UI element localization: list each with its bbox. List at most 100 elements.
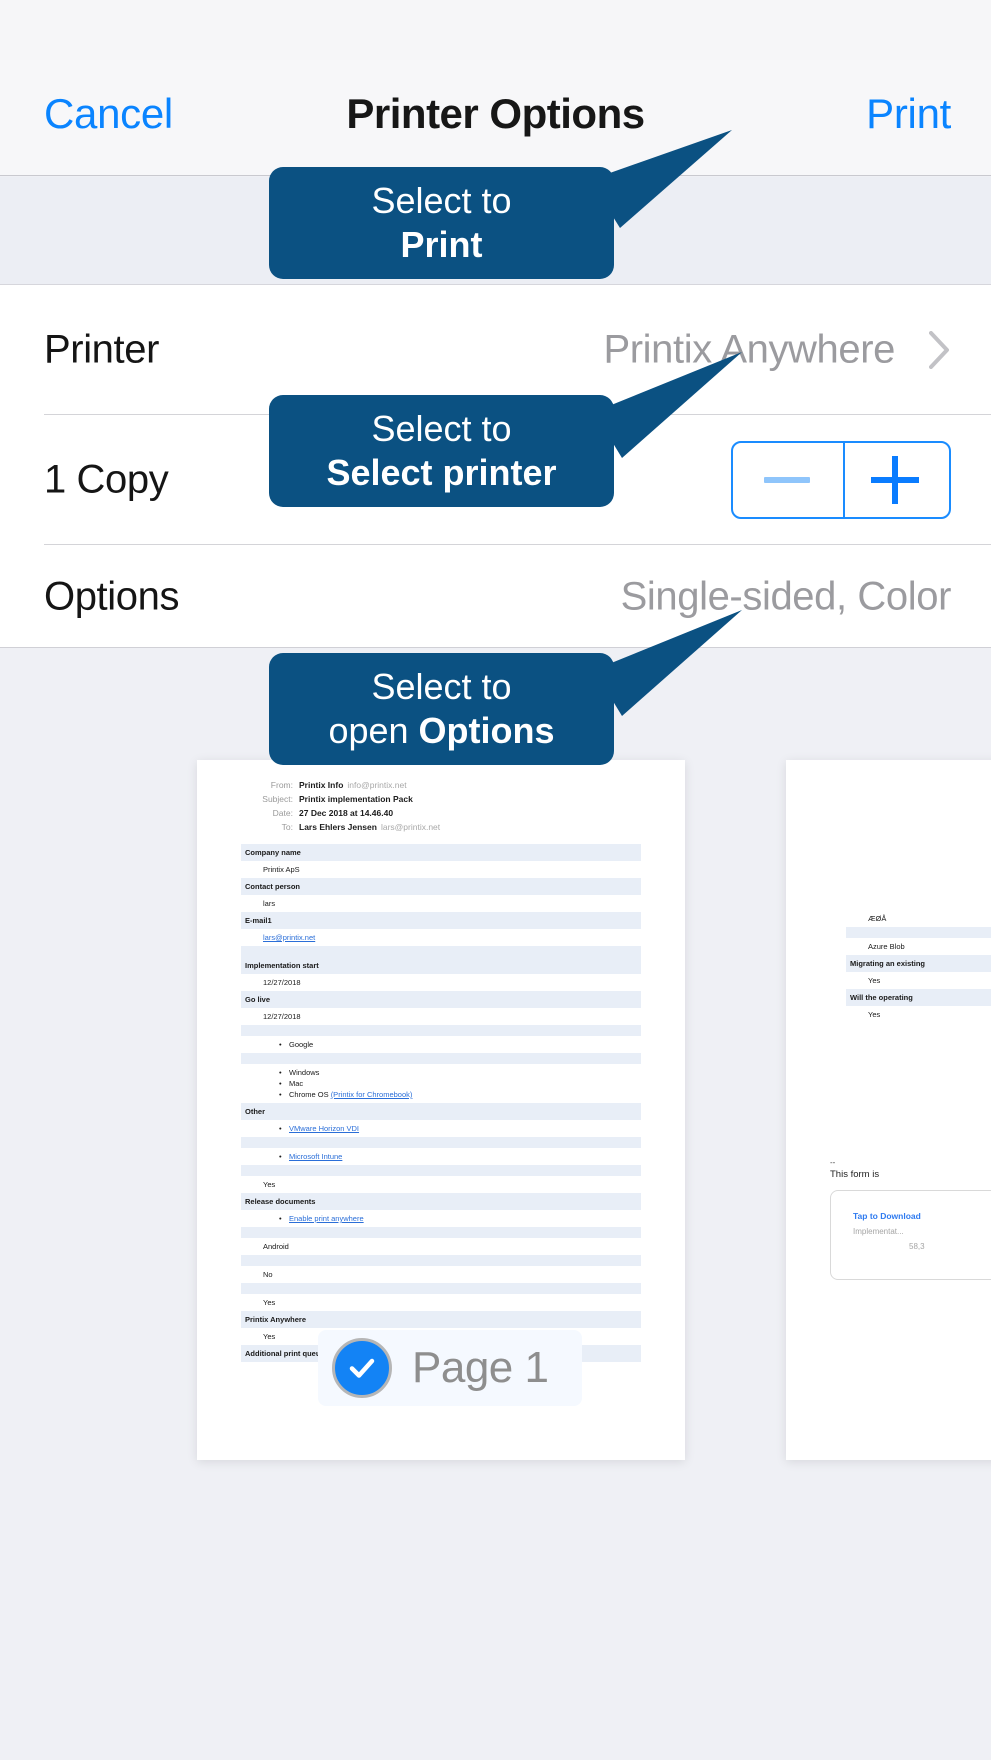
table-row: Migrating an existing: [846, 955, 991, 972]
print-preview-area: From: Printix Info info@printix.net Subj…: [0, 648, 991, 1760]
email-field-value: Lars Ehlers Jensen: [299, 822, 377, 832]
page-number-badge[interactable]: Page 1: [318, 1330, 583, 1406]
table-row: [241, 946, 641, 957]
table-row: Azure Blob: [846, 938, 991, 955]
email-field-label: From:: [270, 780, 293, 790]
table-row: Yes: [846, 1006, 991, 1023]
table-row: Implementation start: [241, 957, 641, 974]
chevron-right-icon: [929, 331, 951, 369]
printer-row-label: Printer: [44, 327, 160, 372]
minus-icon: [764, 477, 810, 483]
email-field-label: To:: [281, 822, 293, 832]
email-header-line: To: Lars Ehlers Jensen lars@printix.net: [241, 820, 641, 834]
table-row: VMware Horizon VDI: [241, 1120, 641, 1137]
table-row: [241, 1283, 641, 1294]
table-row: E-mail1: [241, 912, 641, 929]
table-row: [241, 1227, 641, 1238]
preview-page-2[interactable]: ÆØÅ Azure Blob Migrating an existing Yes Wil…: [786, 760, 991, 1460]
email-field-label: Subject:: [262, 794, 293, 804]
callout-printer-line1: Select to: [371, 408, 512, 449]
check-circle-icon: [332, 1338, 392, 1398]
email-field-value: Printix Info: [299, 780, 344, 790]
callout-print: Select to Print: [269, 167, 614, 279]
copies-stepper[interactable]: [731, 441, 951, 519]
page-number-label: Page 1: [412, 1343, 549, 1392]
table-row: [241, 1137, 641, 1148]
list-item: Google: [279, 1039, 641, 1050]
print-button[interactable]: Print: [866, 90, 951, 138]
email-field-address: info@printix.net: [347, 780, 407, 790]
table-row: [241, 1053, 641, 1064]
attachment-card[interactable]: Tap to Download Implementat... 58,3: [830, 1190, 991, 1280]
table-row: [241, 1165, 641, 1176]
list-item: Windows: [279, 1067, 641, 1078]
table-row: Contact person: [241, 878, 641, 895]
document-link[interactable]: VMware Horizon VDI: [289, 1124, 359, 1133]
callout-open-options: Select to open Options: [269, 653, 614, 765]
table-row: Will the operating: [846, 989, 991, 1006]
list-item: Mac: [279, 1078, 641, 1089]
email-field-value: 27 Dec 2018 at 14.46.40: [299, 808, 394, 818]
table-row: [241, 1255, 641, 1266]
table-row: 12/27/2018: [241, 974, 641, 991]
table-row: Printix Anywhere: [241, 1311, 641, 1328]
document-table: Company name Printix ApS Contact person lar…: [241, 844, 641, 1362]
increment-copies-button[interactable]: [841, 443, 949, 517]
table-row: No: [241, 1266, 641, 1283]
status-bar-area: [0, 0, 991, 60]
callout-options-line1: Select to: [371, 666, 512, 707]
list-item: Microsoft Intune: [279, 1151, 641, 1162]
document-content-right: ÆØÅ Azure Blob Migrating an existing Yes Wil…: [786, 760, 991, 1460]
document-link[interactable]: Microsoft Intune: [289, 1152, 342, 1161]
list-item: VMware Horizon VDI: [279, 1123, 641, 1134]
email-header-line: From: Printix Info info@printix.net: [241, 778, 641, 792]
document-footer: -- This form is Tap to Download Implemen…: [830, 1158, 991, 1280]
plus-icon-vertical: [892, 456, 898, 504]
table-row: Google: [241, 1036, 641, 1053]
email-field-label: Date:: [272, 808, 293, 818]
email-field-address: lars@printix.net: [380, 822, 441, 832]
table-row: Company name: [241, 844, 641, 861]
list-item: Chrome OS (Printix for Chromebook): [279, 1089, 641, 1100]
table-row: Go live: [241, 991, 641, 1008]
options-row[interactable]: Options Single-sided, Color: [0, 545, 991, 648]
callout-print-line2: Print: [400, 224, 483, 265]
attachment-name: Implementat...: [853, 1227, 904, 1236]
footer-dash: --: [830, 1158, 836, 1167]
document-table-right: ÆØÅ Azure Blob Migrating an existing Yes Wil…: [846, 910, 991, 1023]
table-row: Microsoft Intune: [241, 1148, 641, 1165]
table-row: Printix ApS: [241, 861, 641, 878]
table-row: ÆØÅ: [846, 910, 991, 927]
list-item: Enable print anywhere: [279, 1213, 641, 1224]
table-row: Yes: [241, 1176, 641, 1193]
table-row: Android: [241, 1238, 641, 1255]
callout-select-printer: Select to Select printer: [269, 395, 614, 507]
callout-print-line1: Select to: [371, 180, 512, 221]
table-row: [241, 1025, 641, 1036]
callout-options-line2: open Options: [328, 710, 555, 751]
navigation-bar: Cancel Printer Options Print: [0, 60, 991, 176]
document-link[interactable]: (Printix for Chromebook): [331, 1090, 413, 1099]
email-field-value: Printix implementation Pack: [299, 794, 413, 804]
table-row: 12/27/2018: [241, 1008, 641, 1025]
tap-to-download-link[interactable]: Tap to Download: [853, 1211, 991, 1221]
page-title: Printer Options: [346, 90, 645, 137]
document-link[interactable]: lars@printix.net: [263, 933, 315, 942]
table-row: Other: [241, 1103, 641, 1120]
callout-printer-line2: Select printer: [326, 452, 557, 493]
footer-text: This form is: [830, 1169, 880, 1180]
document-link[interactable]: Enable print anywhere: [289, 1214, 364, 1223]
table-row: [846, 927, 991, 938]
table-row: Yes: [241, 1294, 641, 1311]
copies-row-label: 1 Copy: [44, 457, 169, 502]
email-header: From: Printix Info info@printix.net Subj…: [241, 778, 641, 834]
table-row: lars: [241, 895, 641, 912]
table-row: Release documents: [241, 1193, 641, 1210]
options-row-label: Options: [44, 574, 180, 618]
attachment-size: 58,3: [909, 1242, 925, 1251]
email-header-line: Subject: Printix implementation Pack: [241, 792, 641, 806]
email-header-line: Date: 27 Dec 2018 at 14.46.40: [241, 806, 641, 820]
table-row: Yes: [846, 972, 991, 989]
table-row: Enable print anywhere: [241, 1210, 641, 1227]
table-row: WindowsMacChrome OS (Printix for Chromeb…: [241, 1064, 641, 1103]
